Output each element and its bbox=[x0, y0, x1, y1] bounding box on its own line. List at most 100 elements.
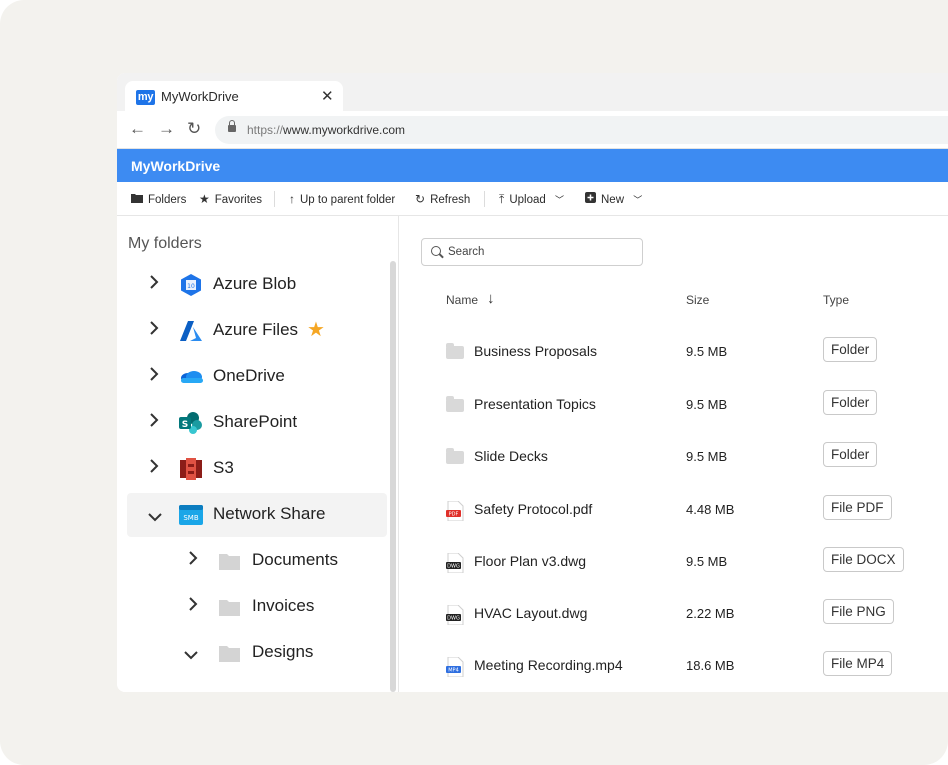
chevron-right-icon[interactable] bbox=[147, 366, 161, 387]
toolbar-divider bbox=[484, 191, 485, 207]
url-text: https://www.myworkdrive.com bbox=[247, 123, 406, 137]
file-type-badge: File PDF bbox=[823, 495, 892, 520]
chevron-down-icon[interactable] bbox=[183, 644, 198, 665]
svg-text:MP4: MP4 bbox=[448, 668, 459, 674]
tab-strip: my MyWorkDrive ✕ bbox=[117, 73, 948, 111]
file-name: Floor Plan v3.dwg bbox=[474, 553, 587, 569]
refresh-button[interactable]: ↻ Refresh bbox=[415, 192, 470, 206]
file-size: 4.48 MB bbox=[686, 502, 735, 517]
lock-icon bbox=[228, 120, 236, 132]
close-icon[interactable]: ✕ bbox=[321, 87, 334, 105]
sidebar-item-label: Documents bbox=[252, 550, 338, 569]
up-to-parent-button[interactable]: ↑ Up to parent folder bbox=[289, 192, 395, 206]
svg-text:S: S bbox=[182, 420, 188, 430]
file-type-badge: Folder bbox=[823, 442, 878, 467]
column-header-type[interactable]: Type bbox=[823, 293, 849, 307]
chevron-down-icon: ﹀ bbox=[633, 195, 643, 205]
folder-icon bbox=[217, 549, 243, 573]
sharepoint-icon: S bbox=[178, 411, 204, 435]
table-row[interactable]: PDF Safety Protocol.pdf 4.48 MB File PDF bbox=[399, 486, 948, 538]
dwg-file-icon: DWG bbox=[446, 552, 464, 574]
toolbar: Folders ★ Favorites ↑ Up to parent folder … bbox=[117, 182, 948, 216]
sidebar-item-label: Azure Blob bbox=[213, 274, 297, 293]
svg-text:DWG: DWG bbox=[447, 616, 460, 622]
folder-icon bbox=[446, 343, 464, 359]
s3-icon bbox=[178, 457, 204, 481]
smb-icon: SMB bbox=[178, 503, 204, 527]
sidebar-item-label: SharePoint bbox=[213, 412, 298, 431]
file-type-badge: File MP4 bbox=[823, 651, 893, 676]
address-bar: ← → ↻ https://www.myworkdrive.com bbox=[117, 111, 948, 149]
favorites-button[interactable]: ★ Favorites bbox=[199, 192, 262, 206]
file-type-badge: File PNG bbox=[823, 599, 894, 624]
arrow-up-icon: ↑ bbox=[289, 192, 295, 206]
sidebar-item-s3[interactable]: S3 bbox=[127, 447, 387, 491]
sidebar-item-azure-blob[interactable]: 10 Azure Blob bbox=[127, 263, 387, 307]
chevron-right-icon[interactable] bbox=[147, 412, 161, 433]
folder-icon bbox=[217, 595, 243, 619]
chevron-right-icon[interactable] bbox=[147, 320, 161, 341]
url-field[interactable]: https://www.myworkdrive.com bbox=[215, 116, 948, 144]
svg-text:10: 10 bbox=[187, 283, 195, 290]
file-size: 9.5 MB bbox=[686, 554, 728, 569]
onedrive-icon bbox=[178, 365, 204, 389]
dwg-file-icon: DWG bbox=[446, 604, 464, 626]
upload-icon: ⤒ bbox=[499, 192, 505, 206]
table-row[interactable]: DWG Floor Plan v3.dwg 9.5 MB File DOCX bbox=[399, 538, 948, 590]
svg-text:SMB: SMB bbox=[183, 514, 198, 522]
file-size: 2.22 MB bbox=[686, 606, 735, 621]
sidebar-item-network-share[interactable]: SMB Network Share bbox=[127, 493, 387, 537]
sidebar-scrollbar[interactable] bbox=[390, 261, 396, 692]
sidebar-item-azure-files[interactable]: Azure Files ★ bbox=[127, 309, 387, 353]
file-name: Meeting Recording.mp4 bbox=[474, 657, 623, 673]
sidebar-item-label: S3 bbox=[213, 458, 234, 477]
file-size: 9.5 MB bbox=[686, 449, 728, 464]
file-name: HVAC Layout.dwg bbox=[474, 605, 588, 621]
file-size: 18.6 MB bbox=[686, 658, 735, 673]
column-header-size[interactable]: Size bbox=[686, 293, 709, 307]
file-name: Safety Protocol.pdf bbox=[474, 501, 593, 517]
sidebar-item-sharepoint[interactable]: S SharePoint bbox=[127, 401, 387, 445]
chevron-right-icon[interactable] bbox=[147, 274, 161, 295]
back-icon[interactable]: ← bbox=[129, 119, 146, 139]
folder-icon bbox=[446, 396, 464, 412]
favorite-star-icon[interactable]: ★ bbox=[307, 317, 325, 342]
sidebar-item-label: Network Share bbox=[213, 504, 326, 523]
chevron-down-icon[interactable] bbox=[147, 506, 162, 527]
table-row[interactable]: DWG HVAC Layout.dwg 2.22 MB File PNG bbox=[399, 590, 948, 642]
table-row[interactable]: Presentation Topics 9.5 MB Folder bbox=[399, 381, 948, 433]
table-row[interactable]: Slide Decks 9.5 MB Folder bbox=[399, 433, 948, 485]
sidebar: My folders 10 Azure Blob Azure Files ★ O… bbox=[117, 216, 398, 692]
new-button[interactable]: New ﹀ bbox=[585, 192, 642, 206]
forward-icon[interactable]: → bbox=[158, 119, 175, 139]
file-name: Slide Decks bbox=[474, 448, 548, 464]
sidebar-title: My folders bbox=[128, 235, 202, 252]
app-title: MyWorkDrive bbox=[131, 158, 221, 174]
upload-button[interactable]: ⤒ Upload ﹀ bbox=[499, 192, 564, 207]
azure-blob-icon: 10 bbox=[178, 273, 204, 297]
file-type-badge: File DOCX bbox=[823, 547, 904, 572]
sidebar-item-invoices[interactable]: Invoices bbox=[127, 585, 387, 629]
column-header-name[interactable]: Name bbox=[446, 293, 478, 307]
reload-icon[interactable]: ↻ bbox=[187, 119, 201, 139]
folders-button[interactable]: Folders bbox=[131, 192, 186, 206]
chevron-down-icon: ﹀ bbox=[554, 195, 564, 205]
chevron-right-icon[interactable] bbox=[147, 458, 161, 479]
refresh-icon: ↻ bbox=[415, 192, 426, 206]
mp4-file-icon: MP4 bbox=[446, 656, 464, 678]
myworkdrive-logo-icon: my bbox=[136, 90, 155, 105]
chevron-right-icon[interactable] bbox=[186, 550, 200, 571]
table-row[interactable]: MP4 Meeting Recording.mp4 18.6 MB File M… bbox=[399, 642, 948, 692]
sidebar-item-documents[interactable]: Documents bbox=[127, 539, 387, 583]
folder-icon bbox=[131, 192, 143, 206]
tab-title: MyWorkDrive bbox=[161, 89, 239, 104]
search-icon bbox=[431, 246, 441, 256]
sidebar-item-onedrive[interactable]: OneDrive bbox=[127, 355, 387, 399]
sidebar-item-designs[interactable]: Designs bbox=[127, 631, 387, 675]
browser-tab[interactable]: my MyWorkDrive ✕ bbox=[125, 81, 343, 111]
search-input[interactable]: Search bbox=[421, 238, 643, 266]
svg-text:PDF: PDF bbox=[449, 512, 459, 518]
table-row[interactable]: Business Proposals 9.5 MB Folder bbox=[399, 328, 948, 380]
chevron-right-icon[interactable] bbox=[186, 596, 200, 617]
sort-descending-icon[interactable]: ↓ bbox=[487, 290, 495, 307]
